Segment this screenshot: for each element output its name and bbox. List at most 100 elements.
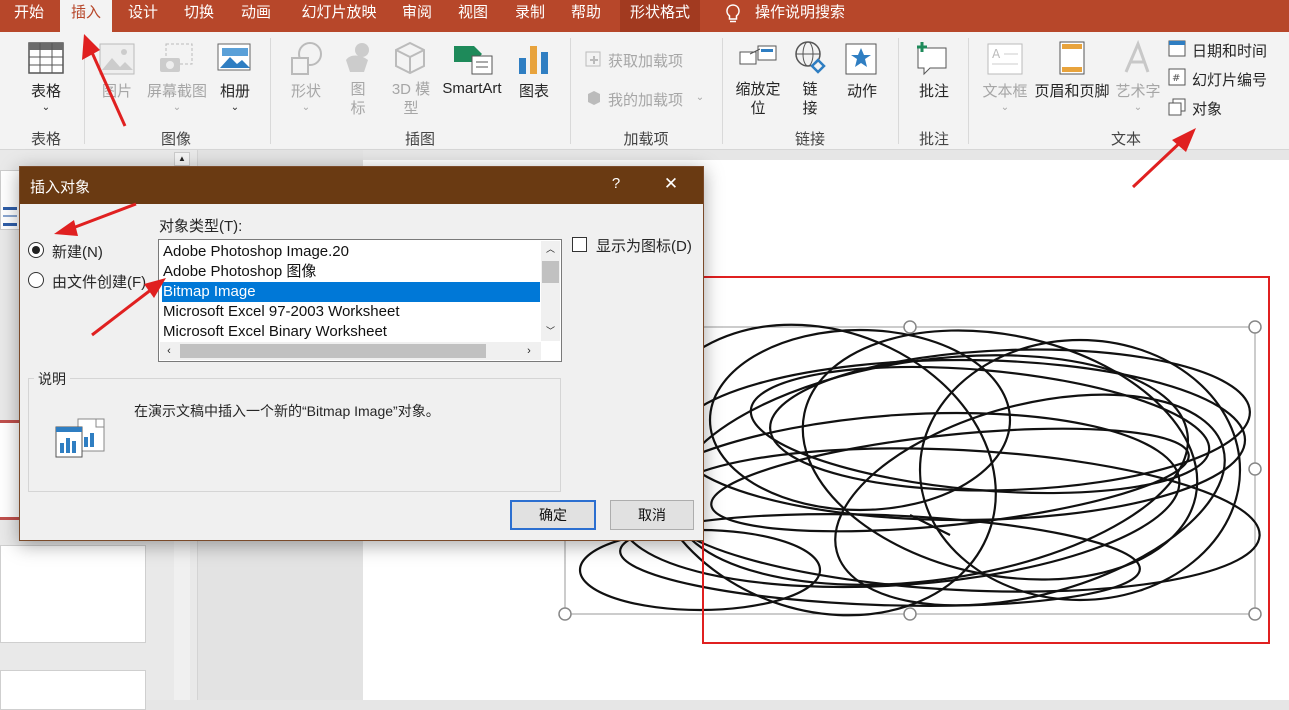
group-separator bbox=[968, 38, 969, 144]
tab-view[interactable]: 视图 bbox=[450, 0, 496, 32]
chevron-down-icon: ⌄ bbox=[301, 102, 311, 113]
list-item[interactable]: Microsoft Excel 97-2003 Worksheet bbox=[162, 302, 540, 322]
display-as-icon-label: 显示为图标(D) bbox=[596, 238, 692, 255]
group-separator bbox=[898, 38, 899, 144]
smartart-button[interactable]: SmartArt bbox=[436, 80, 508, 97]
action-button[interactable]: 动作 bbox=[840, 80, 884, 101]
textbox-icon: A bbox=[986, 42, 1024, 76]
object-type-label: 对象类型(T): bbox=[159, 218, 243, 235]
tell-me-search[interactable]: 操作说明搜索 bbox=[752, 0, 848, 32]
wordart-icon bbox=[1120, 39, 1154, 76]
header-footer-icon bbox=[1058, 40, 1086, 76]
comment-button[interactable]: 批注 bbox=[910, 80, 958, 101]
insert-object-dialog: 插入对象 ? ✕ 新建(N) 由文件创建(F) 对象类型(T): Adobe P… bbox=[19, 166, 704, 541]
link-button[interactable]: 链接 bbox=[798, 80, 822, 118]
tab-insert[interactable]: 插入 bbox=[60, 0, 112, 32]
icons-button[interactable]: 图标 bbox=[344, 80, 372, 118]
chevron-down-icon: ⌄ bbox=[230, 102, 240, 113]
description-label: 说明 bbox=[34, 369, 70, 389]
tab-transitions[interactable]: 切换 bbox=[176, 0, 222, 32]
radio-create-new[interactable] bbox=[28, 242, 44, 258]
screenshot-button[interactable]: 屏幕截图 bbox=[144, 80, 210, 101]
scrollbar-thumb[interactable] bbox=[180, 344, 486, 358]
scroll-up-icon[interactable]: ︿ bbox=[541, 241, 560, 257]
wordart-button[interactable]: 艺术字 bbox=[1112, 80, 1164, 101]
description-text: 在演示文稿中插入一个新的“Bitmap Image”对象。 bbox=[134, 403, 440, 419]
date-time-button[interactable]: 日期和时间 bbox=[1192, 40, 1284, 61]
tab-review[interactable]: 审阅 bbox=[394, 0, 440, 32]
chevron-down-icon: ⌄ bbox=[41, 102, 51, 113]
horizontal-scrollbar[interactable]: ‹ › bbox=[160, 342, 541, 360]
calendar-icon bbox=[1168, 39, 1186, 57]
scroll-up-icon[interactable]: ▲ bbox=[174, 152, 190, 166]
dialog-title: 插入对象 bbox=[30, 179, 91, 196]
radio-create-from-file[interactable] bbox=[28, 272, 44, 288]
tab-animations[interactable]: 动画 bbox=[233, 0, 279, 32]
header-footer-button[interactable]: 页眉和页脚 bbox=[1032, 80, 1112, 101]
bitmap-object-icon bbox=[54, 417, 106, 461]
object-type-list[interactable]: Adobe Photoshop Image.20 Adobe Photoshop… bbox=[158, 239, 562, 362]
get-addins-button[interactable]: 获取加载项 bbox=[608, 50, 688, 71]
3d-model-button[interactable]: 3D 模型 bbox=[388, 80, 434, 118]
smartart-icon bbox=[452, 42, 494, 76]
svg-text:A: A bbox=[992, 47, 1001, 61]
scroll-down-icon[interactable]: ﹀ bbox=[541, 323, 560, 339]
group-label-addins: 加载项 bbox=[623, 131, 669, 148]
shapes-icon bbox=[288, 40, 326, 76]
cancel-button[interactable]: 取消 bbox=[610, 500, 694, 530]
group-label-comments: 批注 bbox=[918, 131, 949, 148]
3d-model-icon bbox=[392, 40, 428, 76]
chevron-down-icon: ⌄ bbox=[695, 92, 705, 103]
slide-number-button[interactable]: 幻灯片编号 bbox=[1192, 69, 1284, 90]
list-item[interactable]: Microsoft Excel Binary Worksheet bbox=[162, 322, 540, 342]
ok-button[interactable]: 确定 bbox=[510, 500, 596, 530]
close-button[interactable]: ✕ bbox=[660, 174, 682, 194]
tab-record[interactable]: 录制 bbox=[507, 0, 553, 32]
list-item[interactable]: Adobe Photoshop Image.20 bbox=[162, 242, 540, 262]
group-label-illustrations: 插图 bbox=[404, 131, 435, 148]
tab-design[interactable]: 设计 bbox=[120, 0, 166, 32]
group-separator bbox=[722, 38, 723, 144]
shapes-button[interactable]: 形状 bbox=[284, 80, 328, 101]
group-separator bbox=[270, 38, 271, 144]
list-item[interactable]: Adobe Photoshop 图像 bbox=[162, 262, 540, 282]
zoom-button[interactable]: 缩放定位 bbox=[732, 80, 784, 118]
chevron-down-icon: ⌄ bbox=[1133, 102, 1143, 113]
album-button[interactable]: 相册 bbox=[212, 80, 258, 101]
slide-thumbnail[interactable] bbox=[0, 670, 146, 710]
chevron-down-icon: ⌄ bbox=[1000, 102, 1010, 113]
tab-help[interactable]: 帮助 bbox=[563, 0, 609, 32]
chart-button[interactable]: 图表 bbox=[512, 80, 556, 101]
my-addins-button[interactable]: 我的加载项 bbox=[608, 89, 688, 110]
scroll-right-icon[interactable]: › bbox=[522, 342, 536, 360]
radio-from-file-label: 由文件创建(F) bbox=[52, 274, 147, 291]
object-button[interactable]: 对象 bbox=[1192, 98, 1252, 119]
scrollbar-thumb[interactable] bbox=[542, 261, 559, 283]
link-icon bbox=[792, 40, 828, 76]
icons-icon bbox=[340, 40, 376, 76]
zoom-icon bbox=[738, 42, 778, 76]
help-button[interactable]: ? bbox=[608, 175, 624, 192]
tab-slideshow[interactable]: 幻灯片放映 bbox=[293, 0, 385, 32]
picture-button[interactable]: 图片 bbox=[94, 80, 140, 101]
action-star-icon bbox=[844, 42, 878, 76]
tab-home[interactable]: 开始 bbox=[6, 0, 52, 32]
slide-thumbnail-selected[interactable] bbox=[0, 420, 20, 520]
tab-shape-format[interactable]: 形状格式 bbox=[620, 0, 700, 32]
ribbon-tab-bar: 开始 插入 设计 切换 动画 幻灯片放映 审阅 视图 录制 帮助 形状格式 操作… bbox=[0, 0, 1289, 32]
slide-thumbnail[interactable] bbox=[0, 170, 20, 230]
textbox-button[interactable]: 文本框 bbox=[980, 80, 1030, 101]
scroll-left-icon[interactable]: ‹ bbox=[162, 342, 176, 360]
slide-thumbnail[interactable] bbox=[0, 545, 146, 643]
table-button[interactable]: 表格 bbox=[22, 80, 70, 101]
chevron-down-icon: ⌄ bbox=[172, 102, 182, 113]
new-comment-icon bbox=[914, 40, 954, 76]
radio-create-new-label: 新建(N) bbox=[52, 244, 103, 261]
dialog-title-bar: 插入对象 ? ✕ bbox=[20, 167, 703, 204]
list-item-selected[interactable]: Bitmap Image bbox=[162, 282, 540, 302]
group-label-links: 链接 bbox=[794, 131, 825, 148]
screenshot-icon bbox=[158, 42, 194, 76]
group-separator bbox=[570, 38, 571, 144]
display-as-icon-checkbox[interactable] bbox=[572, 237, 587, 252]
vertical-scrollbar[interactable]: ︿ ﹀ bbox=[541, 241, 560, 341]
